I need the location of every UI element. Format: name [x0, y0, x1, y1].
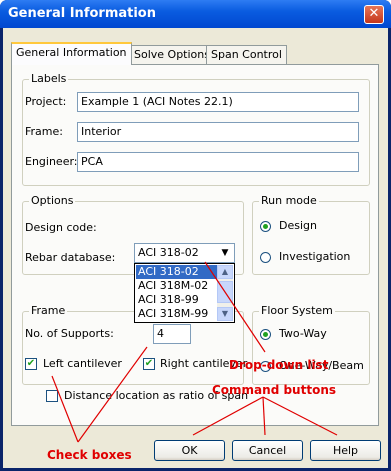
options-legend: Options [29, 194, 76, 207]
window-title: General Information [8, 6, 156, 21]
two-way-radio[interactable] [260, 329, 271, 340]
tab-general-information[interactable]: General Information [11, 42, 132, 65]
floor-system-group: Floor System Two-Way One-Way/Beam [252, 304, 370, 385]
dropdown-scrollbar[interactable]: ▲ ▼ [217, 265, 233, 321]
frame-label: Frame: [25, 125, 63, 138]
frame-legend: Frame [29, 304, 68, 317]
dropdown-option[interactable]: ACI 318-99 [136, 293, 220, 307]
scroll-thumb[interactable] [217, 281, 233, 303]
rebar-database-label: Rebar database: [25, 251, 116, 264]
annotation-check-boxes: Check boxes [47, 448, 132, 462]
annotation-command-buttons: Command buttons [212, 383, 337, 397]
supports-label: No. of Supports: [25, 327, 114, 340]
investigation-radio-label[interactable]: Investigation [279, 250, 350, 263]
help-button[interactable]: Help [310, 440, 381, 461]
design-radio[interactable] [260, 221, 271, 232]
engineer-label: Engineer: [25, 155, 78, 168]
dialog-client: General Information Solve Options Span C… [3, 28, 388, 468]
chevron-down-icon[interactable]: ▼ [217, 245, 233, 261]
engineer-input[interactable]: PCA [77, 152, 359, 172]
supports-input[interactable]: 4 [153, 324, 191, 344]
frame-input[interactable]: Interior [77, 122, 359, 142]
ok-button[interactable]: OK [154, 440, 225, 461]
close-icon[interactable]: ✕ [364, 5, 384, 24]
dialog-window: General Information ✕ General Informatio… [0, 0, 391, 471]
right-cantilever-checkbox[interactable]: ✔ [143, 358, 155, 370]
design-code-dropdown-list[interactable]: ACI 318-02 ACI 318M-02 ACI 318-99 ACI 31… [134, 263, 235, 323]
tab-solve-options[interactable]: Solve Options [129, 45, 215, 64]
annotation-dropdown-list: Drop-down list [229, 358, 329, 372]
labels-legend: Labels [29, 72, 69, 85]
cancel-button[interactable]: Cancel [232, 440, 303, 461]
title-bar[interactable]: General Information ✕ [0, 0, 391, 28]
two-way-radio-label[interactable]: Two-Way [279, 327, 327, 340]
floor-system-legend: Floor System [259, 304, 335, 317]
run-mode-legend: Run mode [259, 194, 319, 207]
project-label: Project: [25, 95, 67, 108]
dropdown-option[interactable]: ACI 318M-02 [136, 279, 220, 293]
project-input[interactable]: Example 1 (ACI Notes 22.1) [77, 92, 359, 112]
design-code-label: Design code: [25, 221, 97, 234]
labels-group: Labels Project: Example 1 (ACI Notes 22.… [22, 72, 370, 186]
left-cantilever-checkbox[interactable]: ✔ [25, 358, 37, 370]
run-mode-group: Run mode Design Investigation [252, 194, 370, 275]
distance-ratio-checkbox[interactable] [46, 390, 58, 402]
investigation-radio[interactable] [260, 252, 271, 263]
design-radio-label[interactable]: Design [279, 219, 317, 232]
tab-span-control[interactable]: Span Control [206, 45, 287, 64]
left-cantilever-label[interactable]: Left cantilever [43, 357, 122, 370]
design-code-value: ACI 318-02 [138, 246, 199, 259]
dropdown-option[interactable]: ACI 318M-99 [136, 307, 220, 321]
dropdown-option[interactable]: ACI 318-02 [136, 265, 220, 279]
scroll-up-icon[interactable]: ▲ [217, 265, 233, 279]
design-code-select[interactable]: ACI 318-02 ▼ [134, 243, 235, 263]
scroll-down-icon[interactable]: ▼ [217, 307, 233, 321]
